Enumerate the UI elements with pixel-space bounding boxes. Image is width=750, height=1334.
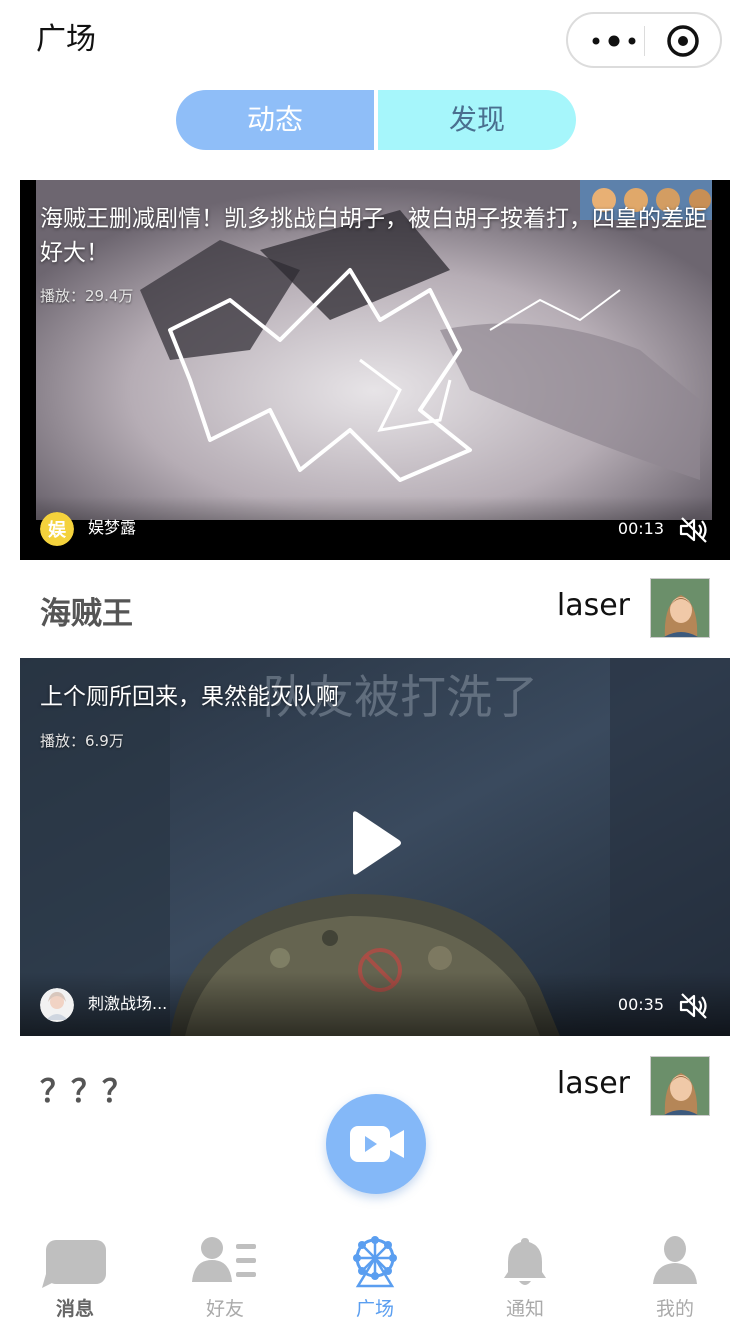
mute-icon[interactable] <box>678 992 710 1020</box>
mute-icon[interactable] <box>678 516 710 544</box>
video-card[interactable]: 队友被打洗了 上个厕所回来，果然能灭队啊 播放：6.9万 刺激战场... 00:… <box>20 658 730 1036</box>
tab-discover[interactable]: 发现 <box>378 90 576 150</box>
user-avatar[interactable] <box>650 578 710 638</box>
tab-dynamic[interactable]: 动态 <box>176 90 374 150</box>
post-username[interactable]: laser <box>557 1066 630 1101</box>
play-count: 播放：6.9万 <box>40 732 124 750</box>
video-duration: 00:13 <box>617 519 664 538</box>
user-avatar[interactable] <box>650 1056 710 1116</box>
tabbar-label: 通知 <box>505 1298 544 1320</box>
tabbar-item-friends[interactable]: 好友 <box>150 1226 300 1334</box>
video-title: 上个厕所回来，果然能灭队啊 <box>40 684 339 710</box>
tabbar-item-square[interactable]: 广场 <box>300 1226 450 1334</box>
tabbar-label: 消息 <box>55 1298 94 1320</box>
play-icon[interactable] <box>345 808 405 878</box>
record-video-button[interactable] <box>326 1094 426 1194</box>
tabbar-label: 我的 <box>655 1298 694 1320</box>
play-count: 播放：29.4万 <box>40 287 134 305</box>
tabbar-label: 广场 <box>355 1298 394 1320</box>
tabbar-item-messages[interactable]: 消息 <box>0 1226 150 1334</box>
more-icon[interactable] <box>588 28 644 54</box>
capsule-divider <box>644 26 645 56</box>
video-title: 海贼王删减剧情！凯多挑战白胡子，被白胡子按着打，四皇的差距好大！ <box>40 206 707 266</box>
close-miniprogram-icon[interactable] <box>666 24 700 58</box>
author-name: 娱梦露 <box>88 518 137 537</box>
post-meta: 海贼王 laser <box>0 574 750 646</box>
video-card[interactable]: 海贼王删减剧情！凯多挑战白胡子，被白胡子按着打，四皇的差距好大！ 播放：29.4… <box>20 180 730 560</box>
ferris-wheel-icon <box>353 1236 397 1288</box>
svg-text:娱: 娱 <box>48 519 67 541</box>
friends-icon <box>192 1237 256 1282</box>
tabbar-item-notifications[interactable]: 通知 <box>450 1226 600 1334</box>
page-title: 广场 <box>36 22 96 57</box>
mini-program-capsule <box>566 12 722 68</box>
post-username[interactable]: laser <box>557 588 630 623</box>
author-avatar[interactable]: 娱 <box>40 512 74 546</box>
tabbar-label: 好友 <box>205 1298 244 1320</box>
bottom-tab-bar: 消息 好友 广场 通知 我的 <box>0 1226 750 1334</box>
post-title: ？？？ <box>40 1074 133 1110</box>
video-camera-icon <box>350 1126 404 1162</box>
bell-icon <box>504 1238 546 1285</box>
video-duration: 00:35 <box>617 995 664 1014</box>
navigation-bar: 广场 <box>0 0 750 80</box>
chat-icon <box>42 1240 106 1288</box>
author-avatar[interactable] <box>40 988 74 1022</box>
author-name: 刺激战场... <box>88 994 168 1013</box>
user-icon <box>653 1236 697 1284</box>
tabbar-item-profile[interactable]: 我的 <box>600 1226 750 1334</box>
segment-tabs: 动态 发现 <box>176 90 576 150</box>
post-title: 海贼王 <box>40 596 133 632</box>
